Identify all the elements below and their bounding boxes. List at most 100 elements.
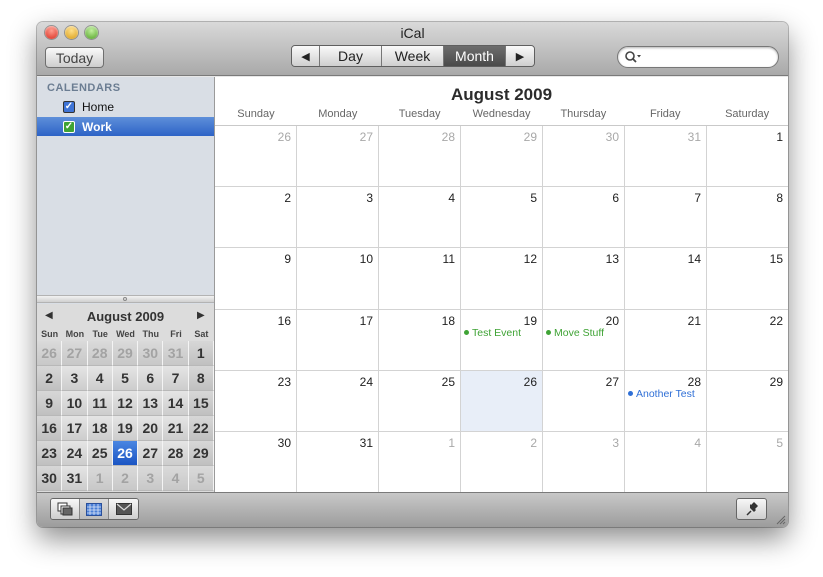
today-button[interactable]: Today xyxy=(45,47,104,68)
calendar-item-home[interactable]: ✓ Home xyxy=(37,97,214,116)
mini-day-cell[interactable]: 11 xyxy=(87,391,113,416)
day-cell[interactable]: 3 xyxy=(297,187,379,248)
mini-day-cell[interactable]: 3 xyxy=(62,366,88,391)
mini-day-cell[interactable]: 31 xyxy=(163,341,189,366)
day-cell[interactable]: 19 Test Event xyxy=(461,309,543,370)
mini-day-cell[interactable]: 29 xyxy=(188,441,214,466)
mini-day-cell[interactable]: 26 xyxy=(112,441,139,466)
day-cell[interactable]: 28 xyxy=(379,126,461,187)
mini-day-cell[interactable]: 28 xyxy=(87,341,113,366)
day-cell[interactable]: 4 xyxy=(379,187,461,248)
mini-day-cell[interactable]: 18 xyxy=(87,416,113,441)
day-cell[interactable]: 13 xyxy=(543,248,625,309)
mini-day-cell[interactable]: 25 xyxy=(87,441,113,466)
day-cell[interactable]: 21 xyxy=(625,309,707,370)
day-cell[interactable]: 7 xyxy=(625,187,707,248)
mini-day-cell[interactable]: 29 xyxy=(112,341,139,366)
day-cell[interactable]: 31 xyxy=(625,126,707,187)
day-cell[interactable]: 4 xyxy=(625,431,707,494)
next-period-button[interactable]: ▶ xyxy=(506,46,534,66)
day-cell[interactable]: 28 Another Test xyxy=(625,370,707,431)
mini-day-cell[interactable]: 12 xyxy=(112,391,139,416)
previous-period-button[interactable]: ◀ xyxy=(292,46,320,66)
day-cell[interactable]: 30 xyxy=(215,431,297,494)
day-cell[interactable]: 31 xyxy=(297,431,379,494)
mini-next-month-button[interactable]: ▶ xyxy=(197,310,205,321)
day-cell[interactable]: 30 xyxy=(543,126,625,187)
mini-day-cell[interactable]: 7 xyxy=(163,366,189,391)
view-week-button[interactable]: Week xyxy=(382,46,444,66)
day-cell[interactable]: 9 xyxy=(215,248,297,309)
mini-day-cell[interactable]: 8 xyxy=(188,366,214,391)
mini-day-cell[interactable]: 22 xyxy=(188,416,214,441)
day-cell[interactable]: 2 xyxy=(215,187,297,248)
event-another-test[interactable]: Another Test xyxy=(628,388,695,400)
mini-day-cell[interactable]: 2 xyxy=(112,466,139,491)
day-cell[interactable]: 17 xyxy=(297,309,379,370)
day-cell[interactable]: 1 xyxy=(707,126,788,186)
mini-day-cell[interactable]: 13 xyxy=(138,391,164,416)
mini-day-cell[interactable]: 19 xyxy=(112,416,139,441)
day-cell[interactable]: 22 xyxy=(707,310,788,370)
event-move-stuff[interactable]: Move Stuff xyxy=(546,327,604,339)
mini-day-cell[interactable]: 2 xyxy=(37,366,63,391)
mini-day-cell[interactable]: 14 xyxy=(163,391,189,416)
mini-day-cell[interactable]: 6 xyxy=(138,366,164,391)
day-cell[interactable]: 27 xyxy=(297,126,379,187)
mini-day-cell[interactable]: 24 xyxy=(62,441,88,466)
day-cell[interactable]: 23 xyxy=(215,370,297,431)
day-cell[interactable]: 29 xyxy=(707,371,788,431)
view-day-button[interactable]: Day xyxy=(320,46,382,66)
day-cell[interactable]: 26 xyxy=(215,126,297,187)
day-cell[interactable]: 16 xyxy=(215,309,297,370)
mini-day-cell[interactable]: 20 xyxy=(138,416,164,441)
resize-grip-icon[interactable] xyxy=(774,513,786,525)
day-cell[interactable]: 15 xyxy=(707,248,788,308)
day-cell[interactable]: 25 xyxy=(379,370,461,431)
day-cell[interactable]: 6 xyxy=(543,187,625,248)
calendar-item-work[interactable]: ✓ Work xyxy=(37,117,214,136)
mini-day-cell[interactable]: 15 xyxy=(188,391,214,416)
day-cell[interactable]: 29 xyxy=(461,126,543,187)
day-cell[interactable]: 24 xyxy=(297,370,379,431)
search-field[interactable] xyxy=(617,46,779,68)
day-cell[interactable]: 1 xyxy=(379,431,461,494)
mini-day-cell[interactable]: 30 xyxy=(138,341,164,366)
mini-day-cell[interactable]: 3 xyxy=(138,466,164,491)
notifications-button[interactable] xyxy=(109,499,138,519)
mini-day-cell[interactable]: 5 xyxy=(112,366,139,391)
mini-day-cell[interactable]: 21 xyxy=(163,416,189,441)
day-cell[interactable]: 11 xyxy=(379,248,461,309)
mini-day-cell[interactable]: 26 xyxy=(37,341,63,366)
mini-day-cell[interactable]: 27 xyxy=(62,341,88,366)
day-cell[interactable]: 5 xyxy=(461,187,543,248)
mini-day-cell[interactable]: 23 xyxy=(37,441,63,466)
checkbox-home[interactable]: ✓ xyxy=(63,100,75,113)
mini-month-button[interactable] xyxy=(80,499,109,519)
day-cell[interactable]: 18 xyxy=(379,309,461,370)
view-month-button[interactable]: Month xyxy=(444,46,506,66)
day-cell[interactable]: 2 xyxy=(461,431,543,494)
day-cell[interactable]: 10 xyxy=(297,248,379,309)
mini-day-cell[interactable]: 17 xyxy=(62,416,88,441)
day-cell[interactable]: 3 xyxy=(543,431,625,494)
day-cell[interactable]: 8 xyxy=(707,187,788,247)
calendars-list-button[interactable] xyxy=(51,499,80,519)
mini-day-cell[interactable]: 31 xyxy=(62,466,88,491)
mini-day-cell[interactable]: 9 xyxy=(37,391,63,416)
day-cell[interactable]: 5 xyxy=(707,432,788,493)
mini-day-cell[interactable]: 1 xyxy=(87,466,113,491)
event-test-event[interactable]: Test Event xyxy=(464,327,521,339)
mini-day-cell[interactable]: 30 xyxy=(37,466,63,491)
checkbox-work[interactable]: ✓ xyxy=(63,120,75,133)
mini-day-cell[interactable]: 4 xyxy=(163,466,189,491)
mini-day-cell[interactable]: 27 xyxy=(138,441,164,466)
mini-day-cell[interactable]: 1 xyxy=(188,341,214,366)
mini-day-cell[interactable]: 16 xyxy=(37,416,63,441)
sidebar-splitter[interactable] xyxy=(37,295,214,303)
pin-button[interactable] xyxy=(736,498,767,520)
mini-day-cell[interactable]: 5 xyxy=(188,466,214,491)
mini-day-cell[interactable]: 28 xyxy=(163,441,189,466)
day-cell[interactable]: 14 xyxy=(625,248,707,309)
day-cell[interactable]: 27 xyxy=(543,370,625,431)
